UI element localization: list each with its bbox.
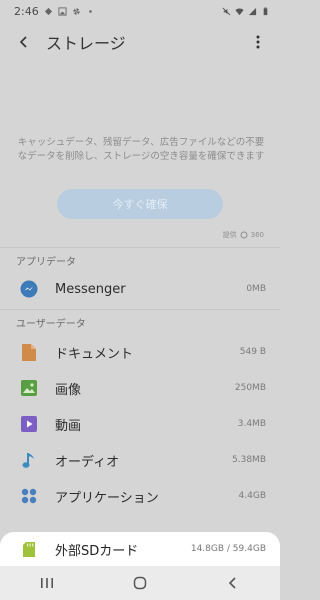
back-arrow-icon [229, 577, 236, 589]
divider [0, 247, 280, 248]
powered-by-brand: 360 [250, 231, 264, 239]
back-button[interactable] [12, 30, 36, 54]
list-item-videos[interactable]: 動画 3.4MB [0, 406, 280, 442]
list-item-applications[interactable]: アプリケーション 4.4GB [0, 478, 280, 514]
more-options-button[interactable] [246, 30, 270, 54]
divider [0, 309, 280, 310]
sd-card-icon [20, 540, 38, 558]
list-item-label: 画像 [55, 382, 82, 398]
section-title-app-data: アプリデータ [16, 257, 76, 268]
list-item-messenger[interactable]: Messenger 0MB [0, 271, 280, 307]
signal-icon [248, 7, 257, 15]
list-item-audio[interactable]: オーディオ 5.38MB [0, 442, 280, 478]
image-icon [20, 379, 38, 397]
document-icon [20, 343, 38, 361]
list-item-label: オーディオ [55, 454, 120, 470]
list-item-images[interactable]: 画像 250MB [0, 370, 280, 406]
list-item-documents[interactable]: ドキュメント 549 B [0, 334, 280, 370]
list-item-label: ドキュメント [55, 346, 134, 362]
section-title-user-data: ユーザーデータ [16, 319, 86, 330]
apps-icon [20, 487, 38, 505]
sd-card-label: 外部SDカード [55, 543, 139, 559]
list-item-size: 3.4MB [237, 419, 266, 429]
recent-apps-icon [40, 578, 53, 588]
battery-icon [263, 6, 268, 15]
list-item-size: 4.4GB [238, 491, 266, 501]
app-bar: ストレージ [0, 22, 280, 62]
list-item-label: 動画 [55, 418, 82, 434]
gallery-notification-icon [58, 6, 67, 16]
list-item-size: 5.38MB [232, 455, 266, 465]
status-bar: 2:46 [0, 0, 280, 22]
mute-icon [222, 7, 231, 15]
pinwheel-notification-icon [72, 7, 80, 15]
video-icon [20, 415, 38, 433]
powered-by-label: 提供 [222, 231, 237, 239]
dot-notification-icon [88, 9, 92, 13]
list-item-sd-card[interactable]: 外部SDカード 14.8GB / 59.4GB [0, 532, 280, 566]
home-icon [133, 576, 147, 590]
list-item-label: Messenger [55, 281, 126, 297]
360-logo-icon [240, 231, 248, 239]
page-title: ストレージ [46, 34, 126, 53]
audio-icon [20, 451, 38, 469]
list-item-size: 250MB [234, 383, 266, 393]
more-vertical-icon [256, 35, 260, 49]
status-time: 2:46 [14, 4, 39, 18]
recent-apps-button[interactable] [32, 568, 62, 598]
list-item-size: 549 B [239, 347, 266, 357]
notification-icon [44, 7, 52, 15]
navigation-bar [0, 566, 280, 600]
wifi-icon [235, 8, 244, 15]
chevron-left-icon [19, 36, 27, 48]
clean-now-label: 今すぐ確保 [112, 198, 168, 211]
list-item-size: 0MB [246, 284, 266, 294]
back-nav-button[interactable] [218, 568, 248, 598]
messenger-icon [20, 280, 38, 298]
home-button[interactable] [125, 568, 155, 598]
powered-by: 提供 360 [223, 230, 264, 240]
list-item-label: アプリケーション [55, 490, 159, 506]
description-text: キャッシュデータ、残留データ、広告ファイルなどの不要なデータを削除し、ストレージ… [17, 137, 265, 162]
sd-card-size: 14.8GB / 59.4GB [190, 544, 266, 554]
clean-now-button[interactable]: 今すぐ確保 [57, 189, 223, 219]
